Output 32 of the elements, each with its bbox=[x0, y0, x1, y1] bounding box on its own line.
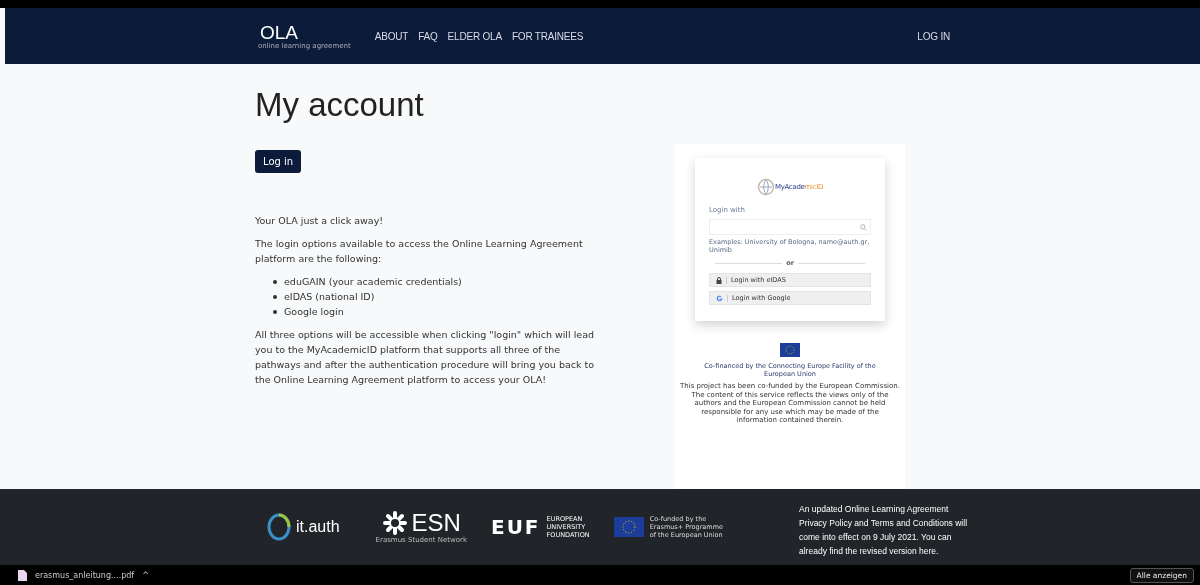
lock-icon bbox=[716, 276, 722, 284]
login-button[interactable]: Log in bbox=[255, 150, 302, 173]
description-text: All three options will be accessible when clicking "login" which will lead you to the MyAcademicID platform that supports all three of the pathways and after the authentication procedure will bring you back to the Online Learning Agreement platform to access your OLA! bbox=[255, 328, 596, 387]
eu-flag-icon bbox=[780, 343, 800, 357]
option-item: eIDAS (national ID) bbox=[284, 290, 375, 304]
google-icon bbox=[716, 294, 723, 302]
option-item: eduGAIN (your academic credentials) bbox=[284, 275, 462, 289]
intro-text: Your OLA just a click away! bbox=[255, 214, 385, 228]
page-title: My account bbox=[255, 86, 425, 124]
bullet-icon bbox=[273, 309, 277, 314]
bullet-icon bbox=[273, 294, 277, 299]
nav-link[interactable]: ELDER OLA bbox=[447, 30, 502, 42]
search-icon bbox=[860, 223, 867, 231]
search-field[interactable] bbox=[709, 219, 871, 235]
euf-logo-text: EUF bbox=[490, 515, 541, 539]
ring-logo-icon bbox=[266, 512, 292, 542]
nav-link[interactable]: FAQ bbox=[418, 30, 438, 42]
login-link[interactable]: LOG IN bbox=[917, 30, 950, 42]
esn-logo-text: ESN bbox=[411, 510, 461, 536]
caret-icon[interactable]: ^ bbox=[142, 570, 149, 580]
description-text: The login options available to access the Online Learning Agreement platform are the following: bbox=[255, 237, 584, 266]
notice-text: An updated Online Learning Agreement Privacy Policy and Terms and Conditions will come into effect on 9 July 2021. You can already find the revised version here. bbox=[799, 503, 969, 558]
download-file-name[interactable]: erasmus_anleitung....pdf bbox=[35, 570, 135, 580]
star-logo-icon bbox=[381, 510, 408, 536]
nav-link[interactable]: FOR TRAINEES bbox=[511, 30, 584, 42]
globe-icon bbox=[756, 178, 775, 196]
itauth-logo-text: it.auth bbox=[296, 518, 340, 536]
file-icon bbox=[18, 569, 27, 581]
eu-flag-icon bbox=[613, 517, 644, 537]
bullet-icon bbox=[273, 279, 277, 284]
option-item: Google login bbox=[284, 305, 344, 319]
nav-link[interactable]: ABOUT bbox=[374, 30, 409, 42]
